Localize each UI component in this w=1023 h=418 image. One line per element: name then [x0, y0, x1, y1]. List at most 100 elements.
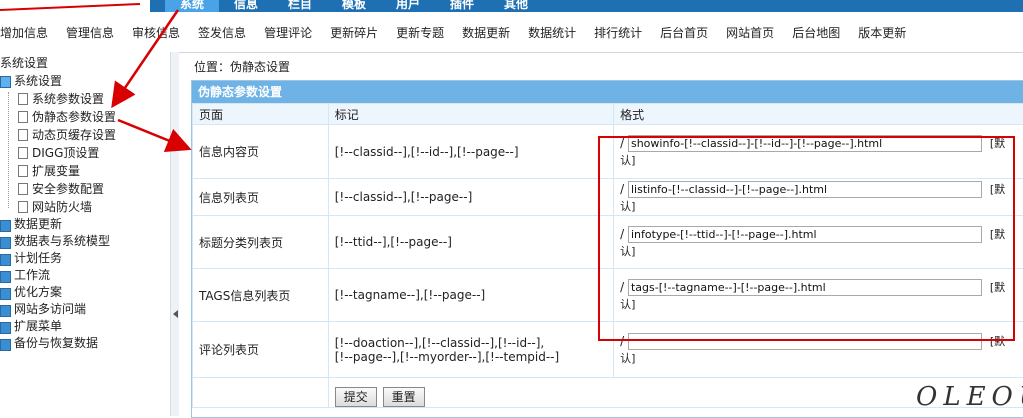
sidebar-item-label: DIGG顶设置	[32, 144, 99, 162]
sidebar-folder-backup[interactable]: 备份与恢复数据	[0, 335, 170, 352]
row-format-cell: / [默认]	[614, 269, 1023, 322]
main-content: 位置：伪静态设置 伪静态参数设置 页面 标记 格式 信息内容页 [!--clas…	[179, 52, 1023, 416]
sidebar-folder-label: 备份与恢复数据	[14, 335, 98, 352]
sidebar-folder-label: 工作流	[14, 267, 50, 284]
format-input-info-content[interactable]	[628, 135, 982, 152]
sidebar-item-ext-vars[interactable]: 扩展变量	[0, 162, 170, 180]
subnav-admin-home[interactable]: 后台首页	[651, 24, 717, 41]
sidebar-folder-data-update[interactable]: 数据更新	[0, 216, 170, 233]
table-row: 标题分类列表页 [!--ttid--],[!--page--] / [默认]	[193, 216, 1023, 269]
settings-table: 页面 标记 格式 信息内容页 [!--classid--],[!--id--],…	[192, 103, 1023, 408]
sidebar-folder-workflow[interactable]: 工作流	[0, 267, 170, 284]
sidebar-item-security[interactable]: 安全参数配置	[0, 180, 170, 198]
row-format-cell: / [默认]	[614, 322, 1023, 378]
subnav-manage-info[interactable]: 管理信息	[57, 24, 123, 41]
page-icon	[18, 129, 28, 141]
top-tab-plugin[interactable]: 插件	[435, 0, 489, 12]
sidebar-item-label: 系统参数设置	[32, 90, 104, 108]
top-tab-user[interactable]: 用户	[381, 0, 435, 12]
sidebar-item-label: 安全参数配置	[32, 180, 104, 198]
sidebar-item-cache-settings[interactable]: 动态页缓存设置	[0, 126, 170, 144]
breadcrumb: 位置：伪静态设置	[194, 58, 290, 75]
sidebar-folder-multi-access[interactable]: 网站多访问端	[0, 301, 170, 318]
row-tags: [!--classid--],[!--id--],[!--page--]	[328, 125, 613, 179]
subnav-review-info[interactable]: 审核信息	[123, 24, 189, 41]
table-row: TAGS信息列表页 [!--tagname--],[!--page--] / […	[193, 269, 1023, 322]
row-format-cell: / [默认]	[614, 125, 1023, 179]
folder-icon	[0, 254, 11, 266]
sidebar-item-system-params[interactable]: 系统参数设置	[0, 90, 170, 108]
header-tags: 标记	[328, 104, 613, 125]
format-prefix: /	[620, 227, 624, 241]
submit-button[interactable]: 提交	[335, 387, 377, 407]
panel-title: 伪静态参数设置	[192, 81, 1023, 103]
collapse-arrow-icon[interactable]	[173, 310, 178, 318]
subnav-site-home[interactable]: 网站首页	[717, 24, 783, 41]
row-tags-line: [!--page--],[!--myorder--],[!--tempid--]	[335, 350, 607, 364]
page-icon	[18, 201, 28, 213]
subnav-data-update[interactable]: 数据更新	[453, 24, 519, 41]
row-format-cell: / [默认]	[614, 216, 1023, 269]
page-icon	[18, 93, 28, 105]
page-icon	[18, 147, 28, 159]
sidebar-folder-ext-menu[interactable]: 扩展菜单	[0, 318, 170, 335]
row-page-label: 信息内容页	[193, 125, 329, 179]
subnav-manage-comments[interactable]: 管理评论	[255, 24, 321, 41]
format-prefix: /	[620, 136, 624, 150]
button-row: 提交 重置	[193, 378, 1023, 408]
top-tab-system[interactable]: 系统	[165, 0, 219, 12]
format-input-tags-list[interactable]	[628, 279, 982, 296]
subnav-add-info[interactable]: 增加信息	[0, 24, 57, 41]
table-row: 信息内容页 [!--classid--],[!--id--],[!--page-…	[193, 125, 1023, 179]
top-nav: 系统 信息 栏目 模板 用户 插件 其他	[165, 0, 543, 12]
sidebar-item-label: 动态页缓存设置	[32, 126, 116, 144]
sidebar-group-label: 系统设置	[14, 72, 62, 90]
sidebar-folder-label: 计划任务	[14, 250, 62, 267]
folder-icon	[0, 220, 11, 232]
format-input-title-type[interactable]	[628, 226, 982, 243]
sidebar-title: 系统设置	[0, 54, 48, 72]
subnav-update-topics[interactable]: 更新专题	[387, 24, 453, 41]
table-row: 信息列表页 [!--classid--],[!--page--] / [默认]	[193, 179, 1023, 216]
subnav-sign-info[interactable]: 签发信息	[189, 24, 255, 41]
sidebar-folder-label: 数据表与系统模型	[14, 233, 110, 250]
folder-icon	[0, 271, 11, 283]
row-tags: [!--classid--],[!--page--]	[328, 179, 613, 216]
folder-icon	[0, 305, 11, 317]
top-left-blank	[0, 0, 150, 12]
sidebar-item-firewall[interactable]: 网站防火墙	[0, 198, 170, 216]
sidebar-folder-optimize[interactable]: 优化方案	[0, 284, 170, 301]
top-tab-template[interactable]: 模板	[327, 0, 381, 12]
sub-nav: 增加信息 管理信息 审核信息 签发信息 管理评论 更新碎片 更新专题 数据更新 …	[0, 12, 1023, 53]
button-row-empty	[193, 378, 329, 408]
subnav-version-update[interactable]: 版本更新	[849, 24, 915, 41]
subnav-data-stats[interactable]: 数据统计	[519, 24, 585, 41]
header-page: 页面	[193, 104, 329, 125]
table-header-row: 页面 标记 格式	[193, 104, 1023, 125]
format-input-comment-list[interactable]	[628, 333, 982, 350]
sidebar-folder-label: 扩展菜单	[14, 318, 62, 335]
row-page-label: TAGS信息列表页	[193, 269, 329, 322]
table-row: 评论列表页 [!--doaction--],[!--classid--],[!-…	[193, 322, 1023, 378]
folder-open-icon	[0, 76, 11, 88]
format-input-info-list[interactable]	[628, 181, 982, 198]
page-icon	[18, 111, 28, 123]
sidebar-item-rewrite-params[interactable]: 伪静态参数设置	[0, 108, 170, 126]
top-tab-info[interactable]: 信息	[219, 0, 273, 12]
sidebar-folder-scheduled[interactable]: 计划任务	[0, 250, 170, 267]
sidebar-splitter[interactable]	[170, 52, 179, 416]
sidebar-item-label: 伪静态参数设置	[32, 108, 116, 126]
sidebar-item-digg-settings[interactable]: DIGG顶设置	[0, 144, 170, 162]
subnav-admin-map[interactable]: 后台地图	[783, 24, 849, 41]
sidebar-group-system[interactable]: 系统设置	[0, 72, 170, 90]
page-icon	[18, 183, 28, 195]
reset-button[interactable]: 重置	[383, 387, 425, 407]
top-nav-bar: 系统 信息 栏目 模板 用户 插件 其他	[0, 0, 1023, 12]
sidebar-folder-data-tables[interactable]: 数据表与系统模型	[0, 233, 170, 250]
top-tab-other[interactable]: 其他	[489, 0, 543, 12]
top-tab-column[interactable]: 栏目	[273, 0, 327, 12]
subnav-update-fragments[interactable]: 更新碎片	[321, 24, 387, 41]
subnav-rank-stats[interactable]: 排行统计	[585, 24, 651, 41]
settings-panel: 伪静态参数设置 页面 标记 格式 信息内容页 [!--classid--],[!…	[191, 80, 1023, 418]
format-prefix: /	[620, 280, 624, 294]
